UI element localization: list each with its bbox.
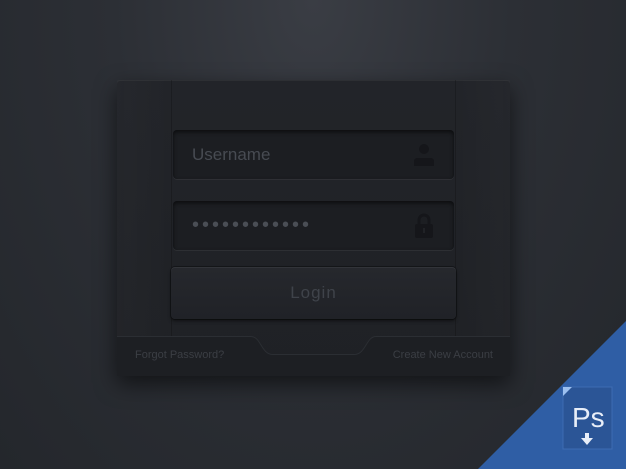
password-field[interactable]: [173, 201, 454, 250]
username-input[interactable]: [173, 130, 412, 179]
forgot-password-link[interactable]: Forgot Password?: [135, 349, 224, 361]
panel-right-shade: [455, 80, 510, 336]
user-icon: [414, 144, 434, 166]
login-button[interactable]: Login: [171, 267, 456, 319]
panel-footer: Forgot Password? Create New Account: [117, 336, 510, 376]
photoshop-badge: Ps: [478, 321, 626, 469]
login-panel: Login Forgot Password? Create New Accoun…: [117, 80, 510, 376]
password-input[interactable]: [173, 201, 412, 250]
lock-icon: [415, 213, 433, 238]
username-field[interactable]: [173, 130, 454, 179]
panel-left-shade: [117, 80, 172, 336]
ps-text: Ps: [572, 402, 605, 433]
